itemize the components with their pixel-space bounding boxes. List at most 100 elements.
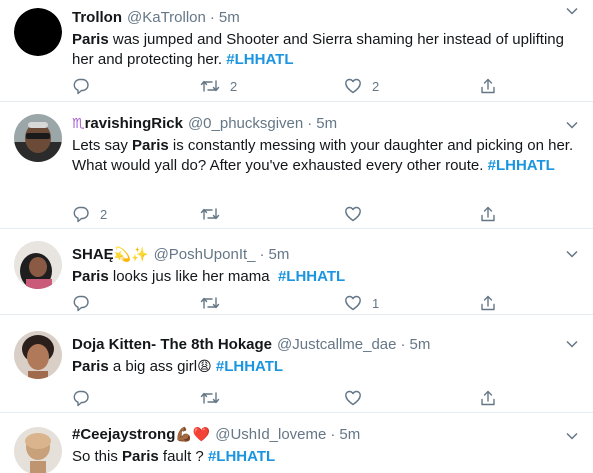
like-icon — [345, 78, 361, 94]
retweet-icon — [200, 297, 220, 309]
retweet-button[interactable] — [200, 204, 230, 224]
tweet-actions — [72, 388, 495, 408]
author-name[interactable]: #Ceejaystrong💪🏾❤️ — [72, 425, 210, 445]
separator: · — [209, 9, 215, 26]
share-icon — [481, 206, 495, 222]
text-segment[interactable]: Paris — [72, 268, 109, 285]
chevron-down-icon[interactable] — [565, 429, 579, 443]
separator: · — [330, 426, 336, 443]
name-emoji: ♏ — [72, 116, 85, 132]
text-segment: So this — [72, 448, 123, 465]
author-handle[interactable]: @UshId_loveme — [215, 425, 326, 445]
share-icon — [481, 390, 495, 406]
tweet-1[interactable]: Trollon @KaTrollon · 5m Paris was jumped… — [0, 0, 593, 102]
reply-icon — [73, 78, 89, 95]
reply-count: 2 — [100, 206, 108, 222]
tweet-2[interactable]: ♏ravishingRick @0_phucksgiven · 5m Lets … — [0, 102, 593, 229]
chevron-down-icon[interactable] — [565, 118, 579, 132]
reply-button[interactable] — [72, 388, 100, 408]
name-emoji: 💪🏾❤️ — [175, 427, 211, 443]
reply-button[interactable]: 2 — [72, 204, 107, 224]
retweet-icon — [200, 392, 220, 404]
timestamp[interactable]: 5m — [219, 8, 240, 28]
share-icon — [481, 295, 495, 311]
text-segment[interactable]: Paris — [72, 31, 109, 48]
author-name[interactable]: ♏ravishingRick — [72, 114, 183, 134]
retweet-button[interactable] — [200, 293, 230, 313]
reply-button[interactable] — [72, 293, 100, 313]
like-button[interactable]: 1 — [344, 293, 379, 313]
like-button[interactable] — [344, 204, 372, 224]
separator: · — [307, 115, 313, 132]
text-segment: a big ass girl — [108, 358, 198, 375]
like-count: 1 — [372, 295, 380, 311]
reply-icon — [73, 295, 89, 312]
tweet-5[interactable]: #Ceejaystrong💪🏾❤️ @UshId_loveme · 5m So … — [0, 413, 593, 473]
avatar[interactable] — [14, 427, 62, 473]
share-button[interactable] — [479, 204, 497, 224]
text-segment[interactable]: Paris — [72, 358, 109, 375]
author-name-text: SHAĘ — [72, 246, 114, 263]
text-segment: Lets say — [72, 137, 133, 154]
share-icon — [481, 78, 495, 94]
share-button[interactable] — [479, 388, 497, 408]
timestamp[interactable]: 5m — [316, 114, 337, 134]
text-segment: fault ? — [158, 448, 208, 465]
tweet-actions: 2 2 — [72, 76, 495, 96]
retweet-count: 2 — [230, 78, 238, 94]
hashtag-link[interactable]: #LHHATL — [216, 358, 283, 375]
tweet-3[interactable]: SHAĘ💫✨ @PoshUponIt_ · 5m Paris looks jus… — [0, 229, 593, 315]
like-count: 2 — [372, 78, 380, 94]
like-icon — [345, 390, 361, 406]
weary-face-emoji: 😩 — [197, 359, 212, 375]
hashtag-link[interactable]: #LHHATL — [226, 51, 293, 68]
author-name[interactable]: Trollon — [72, 8, 122, 28]
share-button[interactable] — [479, 293, 497, 313]
author-handle[interactable]: @PoshUponIt_ — [154, 245, 256, 265]
text-segment[interactable]: Paris — [132, 137, 169, 154]
separator: · — [400, 336, 406, 353]
like-button[interactable] — [344, 388, 372, 408]
tweet-4[interactable]: Doja Kitten- The 8th Hokage @Justcallme_… — [0, 315, 593, 413]
chevron-down-icon[interactable] — [565, 247, 579, 261]
tweet-text: Paris looks jus like her mama #LHHATL — [72, 267, 583, 287]
like-icon — [345, 206, 361, 222]
retweet-icon — [200, 208, 220, 220]
text-segment[interactable]: Paris — [122, 448, 159, 465]
like-icon — [345, 295, 361, 311]
author-name-text: ravishingRick — [84, 115, 183, 132]
like-button[interactable]: 2 — [344, 76, 379, 96]
author-name[interactable]: Doja Kitten- The 8th Hokage — [72, 335, 272, 355]
retweet-icon — [200, 80, 220, 92]
tweet-text: So this Paris fault ? #LHHATL — [72, 447, 583, 467]
avatar[interactable] — [14, 331, 62, 379]
separator: · — [259, 246, 265, 263]
tweet-actions: 1 — [72, 293, 495, 313]
retweet-button[interactable] — [200, 388, 230, 408]
hashtag-link[interactable]: #LHHATL — [208, 448, 275, 465]
hashtag-link[interactable]: #LHHATL — [278, 268, 345, 285]
timestamp[interactable]: 5m — [339, 425, 360, 445]
reply-icon — [73, 206, 89, 223]
avatar[interactable] — [14, 8, 62, 56]
avatar[interactable] — [14, 241, 62, 289]
tweet-text: Paris a big ass girl😩 #LHHATL — [72, 357, 583, 377]
timestamp[interactable]: 5m — [269, 245, 290, 265]
chevron-down-icon[interactable] — [565, 4, 579, 18]
retweet-button[interactable]: 2 — [200, 76, 237, 96]
share-button[interactable] — [479, 76, 497, 96]
author-name[interactable]: SHAĘ💫✨ — [72, 245, 149, 265]
reply-button[interactable] — [72, 76, 100, 96]
author-name-text: #Ceejaystrong — [72, 426, 176, 443]
chevron-down-icon[interactable] — [565, 337, 579, 351]
author-handle[interactable]: @0_phucksgiven — [188, 114, 303, 134]
avatar[interactable] — [14, 114, 62, 162]
tweet-feed: Trollon @KaTrollon · 5m Paris was jumped… — [0, 0, 593, 473]
tweet-text: Lets say Paris is constantly messing wit… — [72, 136, 583, 176]
text-segment: was jumped and Shooter and Sierra shamin… — [72, 31, 564, 68]
author-handle[interactable]: @KaTrollon — [127, 8, 206, 28]
author-handle[interactable]: @Justcallme_dae — [277, 335, 396, 355]
timestamp[interactable]: 5m — [409, 335, 430, 355]
tweet-actions: 2 — [72, 204, 495, 224]
hashtag-link[interactable]: #LHHATL — [488, 157, 555, 174]
